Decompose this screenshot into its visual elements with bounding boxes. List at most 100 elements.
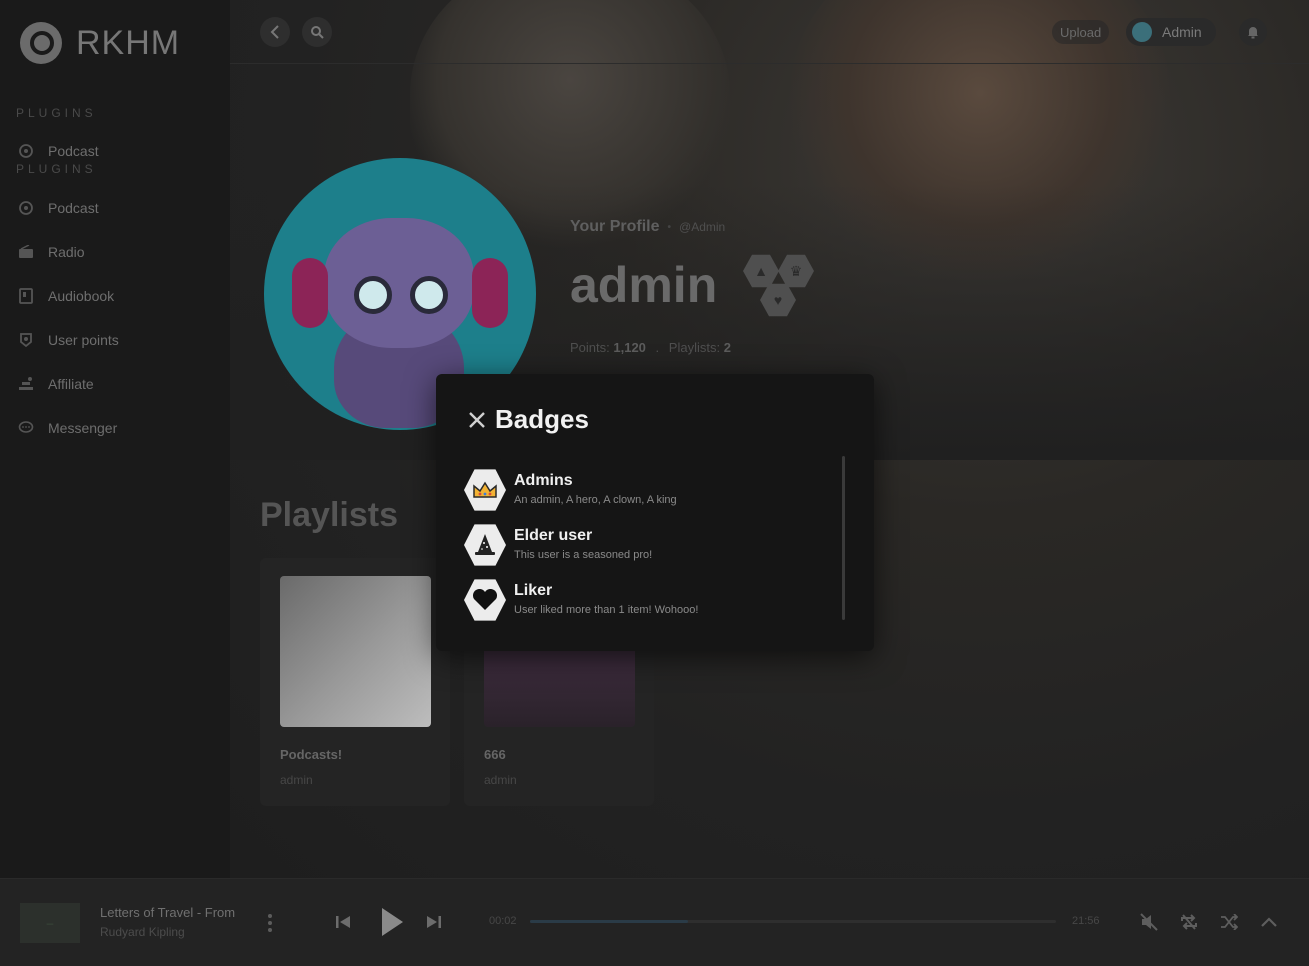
heart-icon [464,579,506,621]
playlist-name: Podcasts! [280,747,343,762]
playlist-owner: admin [280,773,313,787]
play-button[interactable] [376,905,408,939]
time-total: 21:56 [1072,915,1100,927]
close-modal-button[interactable] [466,407,488,433]
playlists-value: 2 [723,340,731,355]
audio-player: – Letters of Travel - From Rudyard Kipli… [0,878,1309,966]
playlist-name: 666 [484,747,506,762]
playlists-label: Playlists: [668,340,721,355]
expand-player-button[interactable] [1258,911,1280,933]
modal-scrollbar[interactable] [842,456,845,620]
sidebar-item-audiobook[interactable]: Audiobook [16,285,114,307]
points-value: 1,120 [613,340,646,355]
close-icon [469,412,485,428]
sidebar: RKHM PLUGINS Podcast PLUGINS Podcast Rad… [0,0,230,878]
modal-title: Badges [495,404,589,434]
badges-modal: Badges Admins An admin, A hero, A clown,… [436,374,874,651]
sidebar-item-label: Radio [48,244,85,260]
shuffle-button[interactable] [1218,911,1240,933]
podcast-icon [16,199,36,217]
badge-name: Admins [514,472,573,489]
skip-next-icon [427,916,441,928]
search-icon [311,26,324,39]
chevron-left-icon [270,25,279,39]
owl-head [324,218,474,348]
badge-description: This user is a seasoned pro! [514,549,653,561]
skip-previous-icon [336,916,350,928]
track-artist[interactable]: Rudyard Kipling [100,925,185,939]
sidebar-item-label: Affiliate [48,376,94,392]
sidebar-item-podcast[interactable]: Podcast [16,197,99,219]
top-bar: Upload Admin [230,0,1309,64]
owl-eye-right [410,276,448,314]
sidebar-item-radio[interactable]: Radio [16,241,85,263]
user-points-icon [16,331,36,349]
upload-button[interactable]: Upload [1052,20,1110,44]
badge-item[interactable]: Liker User liked more than 1 item! Wohoo… [464,578,834,626]
time-elapsed: 00:02 [489,915,517,927]
badge-item[interactable]: Admins An admin, A hero, A clown, A king [464,468,834,516]
affiliate-icon [16,375,36,393]
badge-description: User liked more than 1 item! Wohooo! [514,604,699,616]
repeat-button[interactable] [1178,911,1200,933]
shuffle-icon [1221,914,1238,930]
radio-icon [16,243,36,261]
badge-description: An admin, A hero, A clown, A king [514,494,677,506]
owl-headphone-left [292,258,328,328]
track-artwork[interactable]: – [20,903,80,943]
playlist-card[interactable]: Podcasts! admin [260,558,450,806]
repeat-icon [1181,914,1197,930]
badge-name: Elder user [514,527,593,544]
profile-handle: @Admin [679,220,726,234]
notifications-button[interactable] [1239,18,1267,46]
sidebar-item-messenger[interactable]: Messenger [16,417,117,439]
sidebar-item-label: Podcast [48,143,99,159]
playlist-cover [280,576,431,727]
avatar [1132,22,1152,42]
sidebar-item-user-points[interactable]: User points [16,329,119,351]
app-name: RKHM [76,23,181,62]
user-menu-button[interactable]: Admin [1126,18,1216,46]
progress-bar[interactable] [530,920,1056,923]
audiobook-icon [16,287,36,305]
wizard-hat-icon [464,524,506,566]
more-options-button[interactable] [264,911,276,935]
app-root: RKHM PLUGINS Podcast PLUGINS Podcast Rad… [0,0,1309,966]
sidebar-item-label: User points [48,332,119,348]
playlist-owner: admin [484,773,517,787]
track-title[interactable]: Letters of Travel - From [100,905,256,920]
profile-stats: Points: 1,120 . Playlists: 2 [570,340,731,355]
play-icon [382,908,403,936]
separator-dot: • [667,221,672,233]
search-button[interactable] [302,17,332,47]
badge-item[interactable]: Elder user This user is a seasoned pro! [464,523,834,571]
owl-eye-left [354,276,392,314]
progress-fill [530,920,688,923]
chevron-up-icon [1261,917,1277,927]
points-label: Points: [570,340,610,355]
sidebar-item-podcast-ghost: Podcast [16,142,99,160]
sidebar-item-label: Messenger [48,420,118,436]
playlists-heading: Playlists [260,496,398,534]
plugins-section-label-2: PLUGINS [16,162,97,176]
crown-icon [464,469,506,511]
kebab-menu-icon [268,914,272,932]
stats-separator: . [655,340,660,355]
badge-name: Liker [514,582,553,599]
podcast-icon [16,142,36,160]
messenger-icon [16,419,36,437]
owl-headphone-right [472,258,508,328]
back-button[interactable] [260,17,290,47]
sidebar-item-label: Audiobook [48,288,115,304]
bell-icon [1248,27,1258,39]
sidebar-item-affiliate[interactable]: Affiliate [16,373,94,395]
volume-mute-icon [1140,913,1158,931]
profile-name: admin [570,257,718,313]
profile-subtitle: Your Profile • @Admin [570,218,725,236]
mute-button[interactable] [1138,911,1160,933]
next-button[interactable] [423,911,445,933]
plugins-section-label: PLUGINS [16,106,97,120]
previous-button[interactable] [332,911,354,933]
app-logo[interactable]: RKHM [20,22,180,64]
sidebar-item-label: Podcast [48,200,99,216]
